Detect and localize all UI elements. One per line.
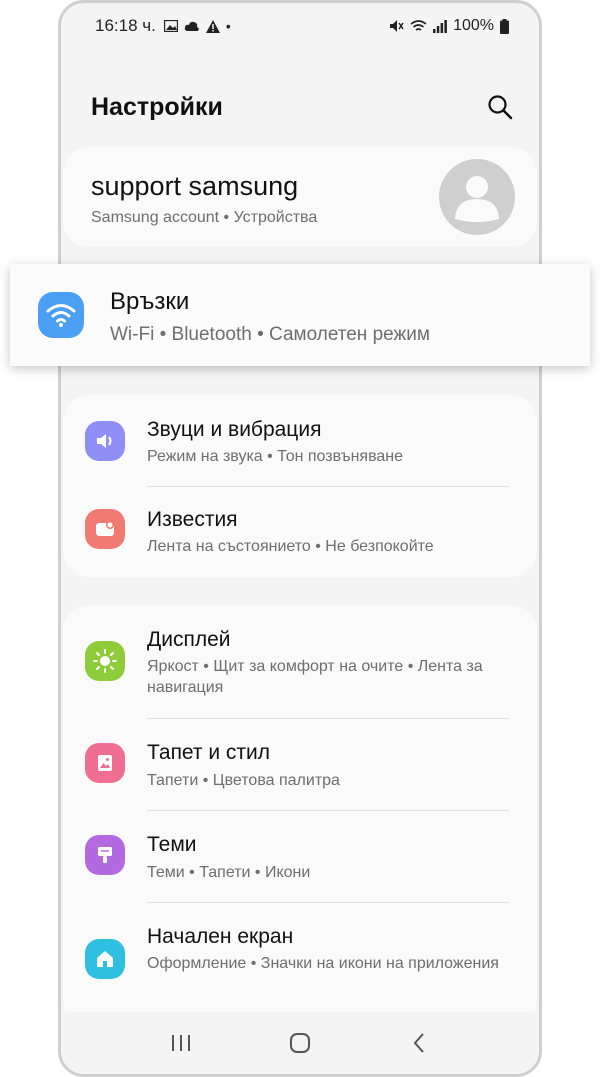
item-subtitle: Теми • Тапети • Икони [147, 864, 311, 881]
speaker-icon [85, 421, 125, 461]
signal-icon [433, 19, 447, 33]
back-button[interactable] [399, 1023, 439, 1063]
account-name: support samsung [91, 171, 299, 201]
item-subtitle: Оформление • Значки на икони на приложен… [147, 955, 499, 972]
navigation-bar [61, 1012, 539, 1074]
mute-icon [390, 20, 404, 32]
battery-percent: 100% [453, 17, 494, 34]
item-title: Известия [147, 508, 238, 531]
item-title: Дисплей [147, 628, 231, 651]
home-icon [85, 939, 125, 979]
status-bar: 16:18 ч. • 100% [95, 13, 509, 39]
battery-icon [500, 18, 509, 34]
item-subtitle: Wi-Fi • Bluetooth • Самолетен режим [110, 324, 430, 345]
item-title: Тапет и стил [147, 741, 271, 764]
warning-icon [205, 19, 220, 33]
item-subtitle: Тапети • Цветова палитра [147, 772, 340, 789]
item-subtitle: Яркост • Щит за комфорт на очите • Лента… [147, 658, 483, 696]
home-button[interactable] [280, 1023, 320, 1063]
status-left-icons: • [163, 18, 231, 34]
search-button[interactable] [485, 92, 515, 122]
status-time: 16:18 ч. [95, 16, 156, 35]
user-icon [455, 176, 499, 222]
search-icon [488, 95, 513, 120]
back-icon [413, 1033, 425, 1053]
item-subtitle: Лента на състоянието • Не безпокойте [147, 538, 434, 555]
settings-item-wallpaper[interactable]: Тапет и стил Тапети • Цветова палитра [63, 719, 537, 811]
settings-group-display: Дисплей Яркост • Щит за комфорт на очите… [63, 605, 537, 1025]
brightness-icon [85, 641, 125, 681]
recent-apps-button[interactable] [161, 1023, 201, 1063]
item-title: Звуци и вибрация [147, 418, 322, 441]
settings-group-sound-notifications: Звуци и вибрация Режим на звука • Тон по… [63, 395, 537, 577]
phone-frame: 16:18 ч. • 100% Настройки support samsun… [58, 0, 542, 1077]
home-nav-icon [289, 1033, 310, 1053]
cloud-icon [184, 21, 199, 31]
avatar[interactable] [439, 159, 515, 235]
wifi-status-icon [410, 19, 427, 31]
item-title: Връзки [110, 288, 190, 315]
item-title: Начален екран [147, 925, 294, 948]
settings-item-display[interactable]: Дисплей Яркост • Щит за комфорт на очите… [63, 605, 537, 719]
recent-apps-icon [171, 1035, 190, 1051]
item-subtitle: Режим на звука • Тон позвъняване [147, 448, 404, 465]
settings-item-connections[interactable]: Връзки Wi-Fi • Bluetooth • Самолетен реж… [10, 264, 590, 366]
wallpaper-icon [85, 743, 125, 783]
account-subtitle: Samsung account • Устройства [91, 209, 318, 226]
page-title: Настройки [91, 92, 223, 121]
samsung-account-card[interactable]: support samsung Samsung account • Устрой… [63, 147, 537, 247]
settings-item-notifications[interactable]: Известия Лента на състоянието • Не безпо… [63, 487, 537, 577]
settings-item-themes[interactable]: Теми Теми • Тапети • Икони [63, 811, 537, 903]
dot-indicator-icon: • [225, 18, 231, 34]
wifi-icon [38, 292, 84, 338]
item-title: Теми [147, 833, 197, 856]
status-right-icons: 100% [389, 17, 509, 35]
gallery-icon [163, 20, 178, 32]
theme-brush-icon [85, 835, 125, 875]
settings-item-home-screen[interactable]: Начален екран Оформление • Значки на ико… [63, 903, 537, 1021]
settings-header: Настройки [91, 87, 515, 127]
notification-icon [85, 509, 125, 549]
settings-item-sounds[interactable]: Звуци и вибрация Режим на звука • Тон по… [63, 395, 537, 487]
